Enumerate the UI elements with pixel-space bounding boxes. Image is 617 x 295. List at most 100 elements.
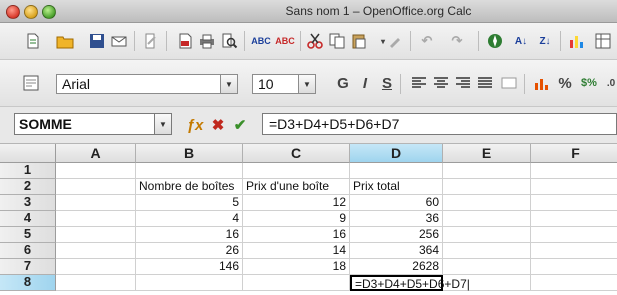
standard-format-icon[interactable]: $% (580, 74, 598, 92)
clone-formatting-icon[interactable] (386, 32, 404, 50)
row-header-6[interactable]: 6 (0, 243, 56, 259)
cell-d6[interactable]: 364 (350, 243, 443, 259)
cell-d8[interactable]: =D3+D4+D5+D6+D7| (350, 275, 470, 291)
redo-icon[interactable]: ↷ (448, 32, 466, 50)
row-header-2[interactable]: 2 (0, 179, 56, 195)
cell-c5[interactable]: 16 (243, 227, 350, 243)
cell-a8[interactable] (56, 275, 136, 291)
align-left-icon[interactable] (410, 74, 428, 92)
cell-d5[interactable]: 256 (350, 227, 443, 243)
sort-ascending-icon[interactable]: A↓ (512, 32, 530, 50)
cell-f5[interactable] (531, 227, 617, 243)
cell-d1[interactable] (350, 163, 443, 179)
cell-d7[interactable]: 2628 (350, 259, 443, 275)
row-header-1[interactable]: 1 (0, 163, 56, 179)
cell-e5[interactable] (443, 227, 531, 243)
cell-e2[interactable] (443, 179, 531, 195)
open-folder-icon[interactable] (56, 32, 74, 50)
column-header-f[interactable]: F (531, 144, 617, 163)
cell-f8[interactable] (531, 275, 617, 291)
styles-icon[interactable] (22, 74, 40, 92)
cell-e1[interactable] (443, 163, 531, 179)
merge-cells-icon[interactable] (500, 74, 518, 92)
cell-e3[interactable] (443, 195, 531, 211)
cell-a1[interactable] (56, 163, 136, 179)
font-size-combo[interactable]: 10 ▼ (252, 74, 316, 94)
cell-c7[interactable]: 18 (243, 259, 350, 275)
cell-f1[interactable] (531, 163, 617, 179)
name-box[interactable]: SOMME ▼ (14, 113, 172, 135)
cell-f2[interactable] (531, 179, 617, 195)
cell-a4[interactable] (56, 211, 136, 227)
cell-b1[interactable] (136, 163, 243, 179)
accept-icon[interactable]: ✔ (232, 117, 248, 134)
column-header-b[interactable]: B (136, 144, 243, 163)
cell-d4[interactable]: 36 (350, 211, 443, 227)
row-header-7[interactable]: 7 (0, 259, 56, 275)
undo-icon[interactable]: ↶ (418, 32, 436, 50)
edit-file-icon[interactable] (142, 32, 160, 50)
cell-e4[interactable] (443, 211, 531, 227)
column-header-c[interactable]: C (243, 144, 350, 163)
spellcheck-icon[interactable]: ABC (251, 32, 271, 50)
cell-a7[interactable] (56, 259, 136, 275)
bold-icon[interactable]: G (334, 74, 352, 92)
cell-f4[interactable] (531, 211, 617, 227)
row-header-5[interactable]: 5 (0, 227, 56, 243)
cancel-icon[interactable]: ✖ (210, 117, 226, 134)
column-header-a[interactable]: A (56, 144, 136, 163)
underline-icon[interactable]: S (378, 74, 396, 92)
align-right-icon[interactable] (454, 74, 472, 92)
cell-f7[interactable] (531, 259, 617, 275)
column-header-d[interactable]: D (350, 144, 443, 163)
cell-b5[interactable]: 16 (136, 227, 243, 243)
cell-b3[interactable]: 5 (136, 195, 243, 211)
cell-d2[interactable]: Prix total (350, 179, 443, 195)
cell-a3[interactable] (56, 195, 136, 211)
font-name-combo[interactable]: Arial ▼ (56, 74, 238, 94)
chart-icon[interactable] (568, 32, 586, 50)
chevron-down-icon[interactable]: ▼ (220, 75, 237, 93)
row-header-3[interactable]: 3 (0, 195, 56, 211)
justify-icon[interactable] (476, 74, 494, 92)
chevron-down-icon[interactable]: ▼ (298, 75, 315, 93)
cell-a2[interactable] (56, 179, 136, 195)
cell-e7[interactable] (443, 259, 531, 275)
function-wizard-icon[interactable]: ƒx (186, 117, 204, 134)
cell-d3[interactable]: 60 (350, 195, 443, 211)
navigator-icon[interactable] (486, 32, 504, 50)
italic-icon[interactable]: I (356, 74, 374, 92)
print-preview-icon[interactable] (220, 32, 238, 50)
cell-b6[interactable]: 26 (136, 243, 243, 259)
new-document-icon[interactable] (24, 32, 42, 50)
cell-c1[interactable] (243, 163, 350, 179)
column-header-e[interactable]: E (443, 144, 531, 163)
row-header-4[interactable]: 4 (0, 211, 56, 227)
datapilot-icon[interactable] (594, 32, 612, 50)
cell-f3[interactable] (531, 195, 617, 211)
autospellcheck-icon[interactable]: ABC (275, 32, 295, 50)
cut-icon[interactable] (306, 32, 324, 50)
cell-a5[interactable] (56, 227, 136, 243)
cell-c6[interactable]: 14 (243, 243, 350, 259)
cell-b2[interactable]: Nombre de boîtes (136, 179, 243, 195)
percent-format-icon[interactable]: % (556, 74, 574, 92)
cell-c4[interactable]: 9 (243, 211, 350, 227)
chevron-down-icon[interactable]: ▼ (154, 114, 171, 134)
cell-b7[interactable]: 146 (136, 259, 243, 275)
sort-descending-icon[interactable]: Z↓ (536, 32, 554, 50)
cell-b8[interactable] (136, 275, 243, 291)
currency-format-icon[interactable] (532, 74, 550, 92)
align-center-icon[interactable] (432, 74, 450, 92)
cell-b4[interactable]: 4 (136, 211, 243, 227)
cell-e6[interactable] (443, 243, 531, 259)
cell-c8[interactable] (243, 275, 350, 291)
formula-input[interactable]: =D3+D4+D5+D6+D7 (262, 113, 617, 135)
export-pdf-icon[interactable] (176, 32, 194, 50)
print-icon[interactable] (198, 32, 216, 50)
select-all-corner[interactable] (0, 144, 56, 163)
save-icon[interactable] (88, 32, 106, 50)
spreadsheet-grid[interactable]: A B C D E F 1 2 Nombre de boîtes Prix d'une boîte… (0, 144, 617, 295)
email-icon[interactable] (110, 32, 128, 50)
cell-c2[interactable]: Prix d'une boîte (243, 179, 350, 195)
